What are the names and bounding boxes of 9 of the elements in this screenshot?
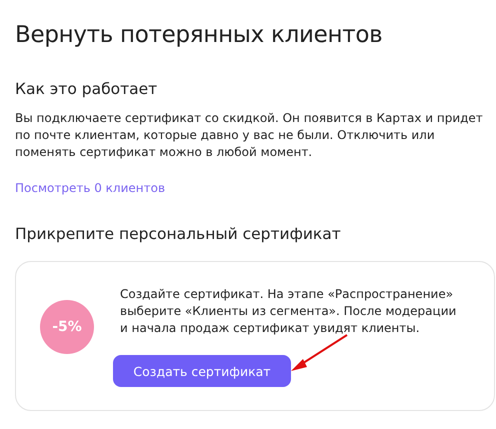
description-text: Вы подключаете сертификат со скидкой. Он появится в Картах и придет по почте клиентам, которые давно у вас не были. Отключить или поменять сертификат можно в любой момент. xyxy=(15,110,484,161)
section-heading: Прикрепите персональный сертификат xyxy=(15,225,342,243)
pointer-arrow xyxy=(291,334,348,371)
view-clients-link[interactable]: Посмотреть 0 клиентов xyxy=(15,181,166,195)
page-title: Вернуть потерянных клиентов xyxy=(15,22,384,48)
section-heading: Как это работает xyxy=(15,80,158,98)
discount-badge: -5% xyxy=(40,300,94,354)
create-certificate-button[interactable]: Создать сертификат xyxy=(113,355,291,387)
card-text: Создайте сертификат. На этапе «Распространение» выберите «Клиенты из сегмента». После модерации и начала продаж сертификат увидят клиенты. xyxy=(120,286,458,337)
